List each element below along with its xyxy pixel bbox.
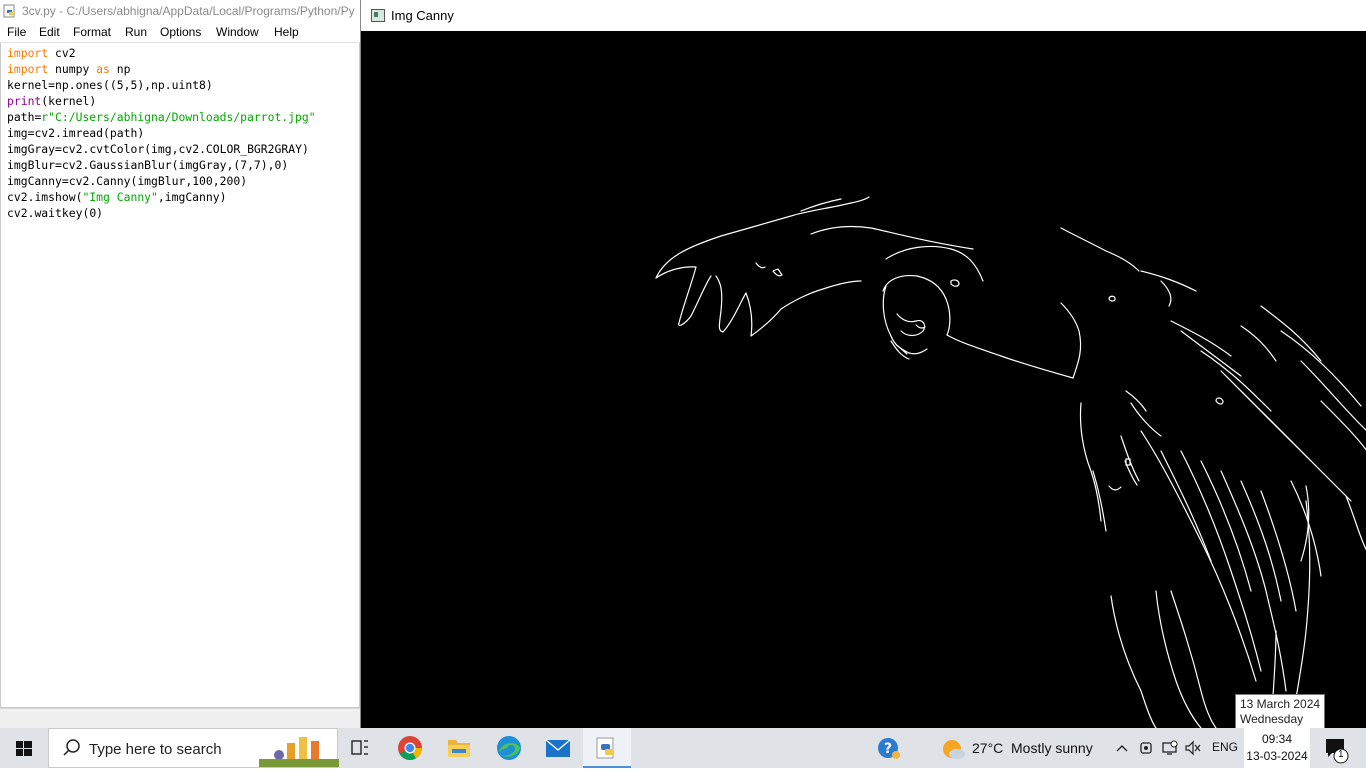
menu-file[interactable]: File bbox=[7, 25, 26, 39]
code-line: import cv2 bbox=[7, 46, 76, 60]
file-explorer-icon bbox=[448, 740, 470, 757]
menu-run[interactable]: Run bbox=[125, 25, 147, 39]
clock[interactable]: 09:34 13-03-2024 bbox=[1244, 728, 1310, 768]
taskbar: Type here to search ? 27°C Mostly sunny … bbox=[0, 728, 1366, 768]
canny-edge-image bbox=[361, 31, 1366, 728]
parrot-edge-image bbox=[655, 196, 1366, 728]
code-line: imgBlur=cv2.GaussianBlur(imgGray,(7,7),0… bbox=[7, 158, 289, 172]
window-app-icon bbox=[371, 9, 385, 22]
language-indicator[interactable]: ENG bbox=[1212, 740, 1238, 754]
task-view-icon bbox=[351, 740, 368, 755]
meet-now-icon[interactable] bbox=[1138, 739, 1156, 757]
menu-format[interactable]: Format bbox=[73, 25, 111, 39]
idle-status-bar bbox=[0, 708, 360, 729]
idle-title-bar[interactable]: 3cv.py - C:/Users/abhigna/AppData/Local/… bbox=[0, 0, 360, 22]
weather-sunny-icon[interactable] bbox=[940, 736, 966, 762]
img-canny-window: Img Canny bbox=[360, 0, 1366, 728]
volume-muted-icon[interactable] bbox=[1184, 739, 1202, 757]
notification-button[interactable]: 1 bbox=[1318, 728, 1366, 768]
search-icon bbox=[63, 739, 80, 756]
python-idle-icon bbox=[596, 737, 614, 759]
idle-editor-window: 3cv.py - C:/Users/abhigna/AppData/Local/… bbox=[0, 0, 360, 729]
start-button[interactable] bbox=[0, 728, 48, 768]
weather-condition[interactable]: Mostly sunny bbox=[1011, 740, 1093, 756]
menu-help[interactable]: Help bbox=[274, 25, 299, 39]
code-line: kernel=np.ones((5,5),np.uint8) bbox=[7, 78, 213, 92]
notification-icon bbox=[1326, 739, 1349, 764]
python-idle-button[interactable] bbox=[583, 728, 631, 768]
clock-date: 13-03-2024 bbox=[1246, 749, 1308, 763]
code-line: path=r"C:/Users/abhigna/Downloads/parrot… bbox=[7, 110, 316, 124]
code-line: import numpy as np bbox=[7, 62, 131, 76]
chevron-up-icon[interactable] bbox=[1114, 740, 1130, 756]
search-input[interactable]: Type here to search bbox=[48, 728, 339, 768]
date-tooltip: 13 March 2024 Wednesday bbox=[1235, 694, 1325, 730]
edge-button[interactable] bbox=[485, 728, 533, 768]
search-highlight-icon bbox=[259, 737, 339, 767]
task-view-button[interactable] bbox=[336, 728, 384, 768]
code-line: imgGray=cv2.cvtColor(img,cv2.COLOR_BGR2G… bbox=[7, 142, 309, 156]
idle-menu-bar: File Edit Format Run Options Window Help bbox=[0, 22, 360, 43]
code-line: img=cv2.imread(path) bbox=[7, 126, 145, 140]
search-placeholder: Type here to search bbox=[89, 741, 222, 758]
mail-button[interactable] bbox=[534, 728, 582, 768]
code-editor[interactable]: import cv2 import numpy as np kernel=np.on… bbox=[0, 43, 360, 708]
tooltip-date: 13 March 2024 bbox=[1240, 697, 1321, 711]
menu-edit[interactable]: Edit bbox=[39, 25, 60, 39]
python-file-icon bbox=[3, 4, 15, 18]
cv-window-title: Img Canny bbox=[391, 8, 454, 23]
chrome-button[interactable] bbox=[386, 728, 434, 768]
code-line: cv2.imshow("Img Canny",imgCanny) bbox=[7, 190, 227, 204]
code-line: cv2.waitkey(0) bbox=[7, 206, 104, 220]
notification-count: 1 bbox=[1338, 749, 1344, 760]
tooltip-day: Wednesday bbox=[1240, 712, 1304, 726]
weather-temp[interactable]: 27°C bbox=[972, 740, 1003, 756]
windows-logo-icon bbox=[16, 741, 32, 756]
idle-title-text: 3cv.py - C:/Users/abhigna/AppData/Local/… bbox=[22, 4, 355, 18]
clock-time: 09:34 bbox=[1261, 732, 1293, 746]
chrome-icon bbox=[398, 736, 422, 761]
code-line: print(kernel) bbox=[7, 94, 97, 108]
network-icon[interactable] bbox=[1161, 739, 1179, 757]
code-line: imgCanny=cv2.Canny(imgBlur,100,200) bbox=[7, 174, 248, 188]
edge-icon bbox=[497, 736, 521, 760]
svg-text:?: ? bbox=[884, 741, 892, 757]
menu-options[interactable]: Options bbox=[160, 25, 201, 39]
help-icon[interactable]: ? bbox=[876, 736, 902, 762]
cv-title-bar[interactable]: Img Canny bbox=[361, 0, 1366, 32]
file-explorer-button[interactable] bbox=[435, 728, 483, 768]
mail-icon bbox=[545, 739, 571, 757]
menu-window[interactable]: Window bbox=[216, 25, 259, 39]
